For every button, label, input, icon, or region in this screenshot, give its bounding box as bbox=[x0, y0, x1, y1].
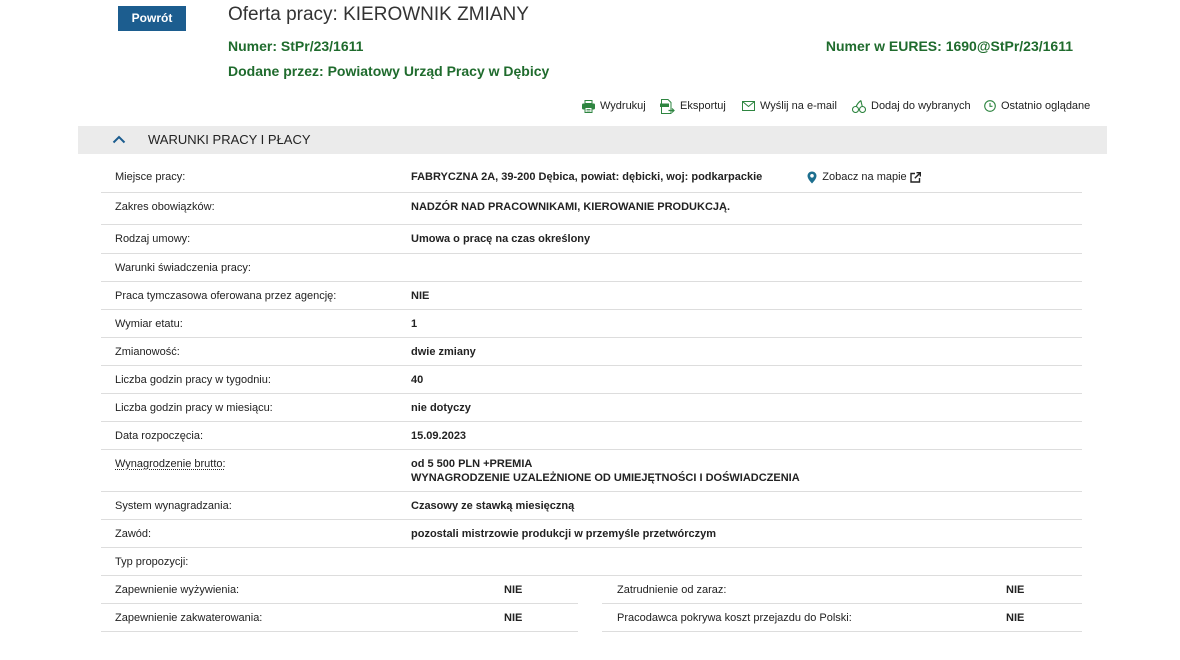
row-value: nie dotyczy bbox=[411, 402, 471, 414]
table-row: Data rozpoczęcia: 15.09.2023 bbox=[101, 422, 1082, 450]
row-label: Zmianowość: bbox=[115, 346, 180, 358]
row-label: Warunki świadczenia pracy: bbox=[115, 262, 251, 274]
cherries-icon bbox=[852, 99, 866, 113]
print-button[interactable]: Wydrukuj bbox=[582, 98, 646, 114]
table-row: Zmianowość: dwie zmiany bbox=[101, 338, 1082, 366]
add-to-favorites-label: Dodaj do wybranych bbox=[871, 100, 971, 112]
row-value: Czasowy ze stawką miesięczną bbox=[411, 500, 575, 512]
gross-salary-label-tooltip[interactable]: Wynagrodzenie brutto: bbox=[115, 457, 226, 471]
chevron-up-icon[interactable] bbox=[112, 135, 126, 144]
working-conditions-table: Miejsce pracy: FABRYCZNA 2A, 39-200 Dębi… bbox=[101, 163, 1082, 632]
row-label: Data rozpoczęcia: bbox=[115, 430, 204, 442]
table-row: System wynagradzania: Czasowy ze stawką … bbox=[101, 492, 1082, 520]
recently-viewed-label: Ostatnio oglądane bbox=[1001, 100, 1091, 112]
section-title: WARUNKI PRACY I PŁACY bbox=[148, 132, 311, 147]
envelope-icon bbox=[742, 101, 755, 111]
salary-note: WYNAGRODZENIE UZALEŻNIONE OD UMIEJĘTNOŚC… bbox=[411, 472, 800, 484]
table-row: Liczba godzin pracy w tygodniu: 40 bbox=[101, 366, 1082, 394]
row-value: 15.09.2023 bbox=[411, 430, 467, 442]
table-row: Liczba godzin pracy w miesiącu: nie doty… bbox=[101, 394, 1082, 422]
row-label: Pracodawca pokrywa koszt przejazdu do Po… bbox=[617, 612, 852, 624]
back-button[interactable]: Powrót bbox=[118, 6, 186, 31]
row-value: NIE bbox=[504, 584, 523, 596]
eures-number: Numer w EURES: 1690@StPr/23/1611 bbox=[826, 37, 1073, 55]
table-row: Typ propozycji: bbox=[101, 548, 1082, 576]
row-label: Zawód: bbox=[115, 528, 152, 540]
row-value: dwie zmiany bbox=[411, 346, 476, 358]
export-icon bbox=[660, 98, 675, 114]
external-link-icon bbox=[909, 171, 921, 183]
row-label: Zapewnienie zakwaterowania: bbox=[115, 612, 263, 624]
table-row: Rodzaj umowy: Umowa o pracę na czas okre… bbox=[101, 225, 1082, 254]
row-value: pozostali mistrzowie produkcji w przemyś… bbox=[411, 528, 717, 540]
added-by-label: Dodane przez: bbox=[228, 63, 324, 79]
salary-amount: od 5 500 PLN +PREMIA bbox=[411, 458, 533, 470]
row-value: 1 bbox=[411, 318, 418, 330]
row-value: NADZÓR NAD PRACOWNIKAMI, KIEROWANIE PROD… bbox=[411, 201, 730, 213]
section-header-working-conditions[interactable]: WARUNKI PRACY I PŁACY bbox=[78, 126, 1107, 154]
row-label: Praca tymczasowa oferowana przez agencję… bbox=[115, 290, 337, 302]
row-value: NIE bbox=[1006, 612, 1025, 624]
export-button[interactable]: Eksportuj bbox=[660, 98, 726, 114]
row-value: 40 bbox=[411, 374, 424, 386]
table-cell-left: Zapewnienie wyżywienia: NIE bbox=[101, 576, 578, 604]
offer-number-label: Numer: bbox=[228, 38, 278, 54]
table-cell-right: Zatrudnienie od zaraz: NIE bbox=[602, 576, 1082, 604]
table-row: Zakres obowiązków: NADZÓR NAD PRACOWNIKA… bbox=[101, 193, 1082, 225]
row-value: NIE bbox=[1006, 584, 1025, 596]
row-label: Zatrudnienie od zaraz: bbox=[617, 584, 727, 596]
table-row-pair: Zapewnienie zakwaterowania: NIE Pracodaw… bbox=[101, 604, 1082, 632]
row-label: Typ propozycji: bbox=[115, 556, 189, 568]
table-row: Warunki świadczenia pracy: bbox=[101, 254, 1082, 282]
added-by-value: Powiatowy Urząd Pracy w Dębicy bbox=[327, 63, 550, 79]
show-on-map-link[interactable]: Zobacz na mapie bbox=[807, 170, 921, 184]
offer-toolbar: Wydrukuj Eksportuj Wyślij na e-mail Doda… bbox=[0, 98, 1180, 114]
recently-viewed-button[interactable]: Ostatnio oglądane bbox=[984, 98, 1090, 114]
row-label: Wymiar etatu: bbox=[115, 318, 183, 330]
page-title: Oferta pracy: KIEROWNIK ZMIANY bbox=[228, 4, 529, 25]
send-email-label: Wyślij na e-mail bbox=[760, 100, 837, 112]
add-to-favorites-button[interactable]: Dodaj do wybranych bbox=[852, 98, 971, 114]
row-label: Miejsce pracy: bbox=[115, 171, 186, 183]
print-label: Wydrukuj bbox=[600, 100, 646, 112]
export-label: Eksportuj bbox=[680, 100, 726, 112]
table-row-pair: Zapewnienie wyżywienia: NIE Zatrudnienie… bbox=[101, 576, 1082, 604]
send-email-button[interactable]: Wyślij na e-mail bbox=[742, 98, 837, 114]
row-label: Zapewnienie wyżywienia: bbox=[115, 584, 240, 596]
offer-number-value: StPr/23/1611 bbox=[280, 38, 364, 54]
eures-number-label: Numer w EURES: bbox=[825, 38, 942, 54]
offer-number: Numer: StPr/23/1611 bbox=[228, 37, 363, 55]
printer-icon bbox=[582, 99, 595, 113]
table-row: Miejsce pracy: FABRYCZNA 2A, 39-200 Dębi… bbox=[101, 163, 1082, 193]
row-label: System wynagradzania: bbox=[115, 500, 232, 512]
row-value: Umowa o pracę na czas określony bbox=[411, 233, 591, 245]
row-label: Liczba godzin pracy w miesiącu: bbox=[115, 402, 273, 414]
table-row: Praca tymczasowa oferowana przez agencję… bbox=[101, 282, 1082, 310]
table-row: Zawód: pozostali mistrzowie produkcji w … bbox=[101, 520, 1082, 548]
clock-icon bbox=[984, 100, 996, 112]
table-cell-right: Pracodawca pokrywa koszt przejazdu do Po… bbox=[602, 604, 1082, 632]
row-label: Zakres obowiązków: bbox=[115, 201, 215, 213]
row-value: od 5 500 PLN +PREMIA WYNAGRODZENIE UZALE… bbox=[411, 457, 800, 485]
table-cell-left: Zapewnienie zakwaterowania: NIE bbox=[101, 604, 578, 632]
row-value: NIE bbox=[411, 290, 430, 302]
row-label: Liczba godzin pracy w tygodniu: bbox=[115, 374, 271, 386]
row-label: Rodzaj umowy: bbox=[115, 233, 191, 245]
row-value: NIE bbox=[504, 612, 523, 624]
table-row: Wymiar etatu: 1 bbox=[101, 310, 1082, 338]
added-by: Dodane przez: Powiatowy Urząd Pracy w Dę… bbox=[228, 62, 549, 80]
table-row: Wynagrodzenie brutto: od 5 500 PLN +PREM… bbox=[101, 450, 1082, 492]
eures-number-value: 1690@StPr/23/1611 bbox=[945, 38, 1073, 54]
row-value: FABRYCZNA 2A, 39-200 Dębica, powiat: dęb… bbox=[411, 170, 921, 184]
workplace-address: FABRYCZNA 2A, 39-200 Dębica, powiat: dęb… bbox=[411, 171, 763, 183]
map-pin-icon bbox=[807, 171, 817, 183]
map-link-label: Zobacz na mapie bbox=[822, 171, 907, 183]
